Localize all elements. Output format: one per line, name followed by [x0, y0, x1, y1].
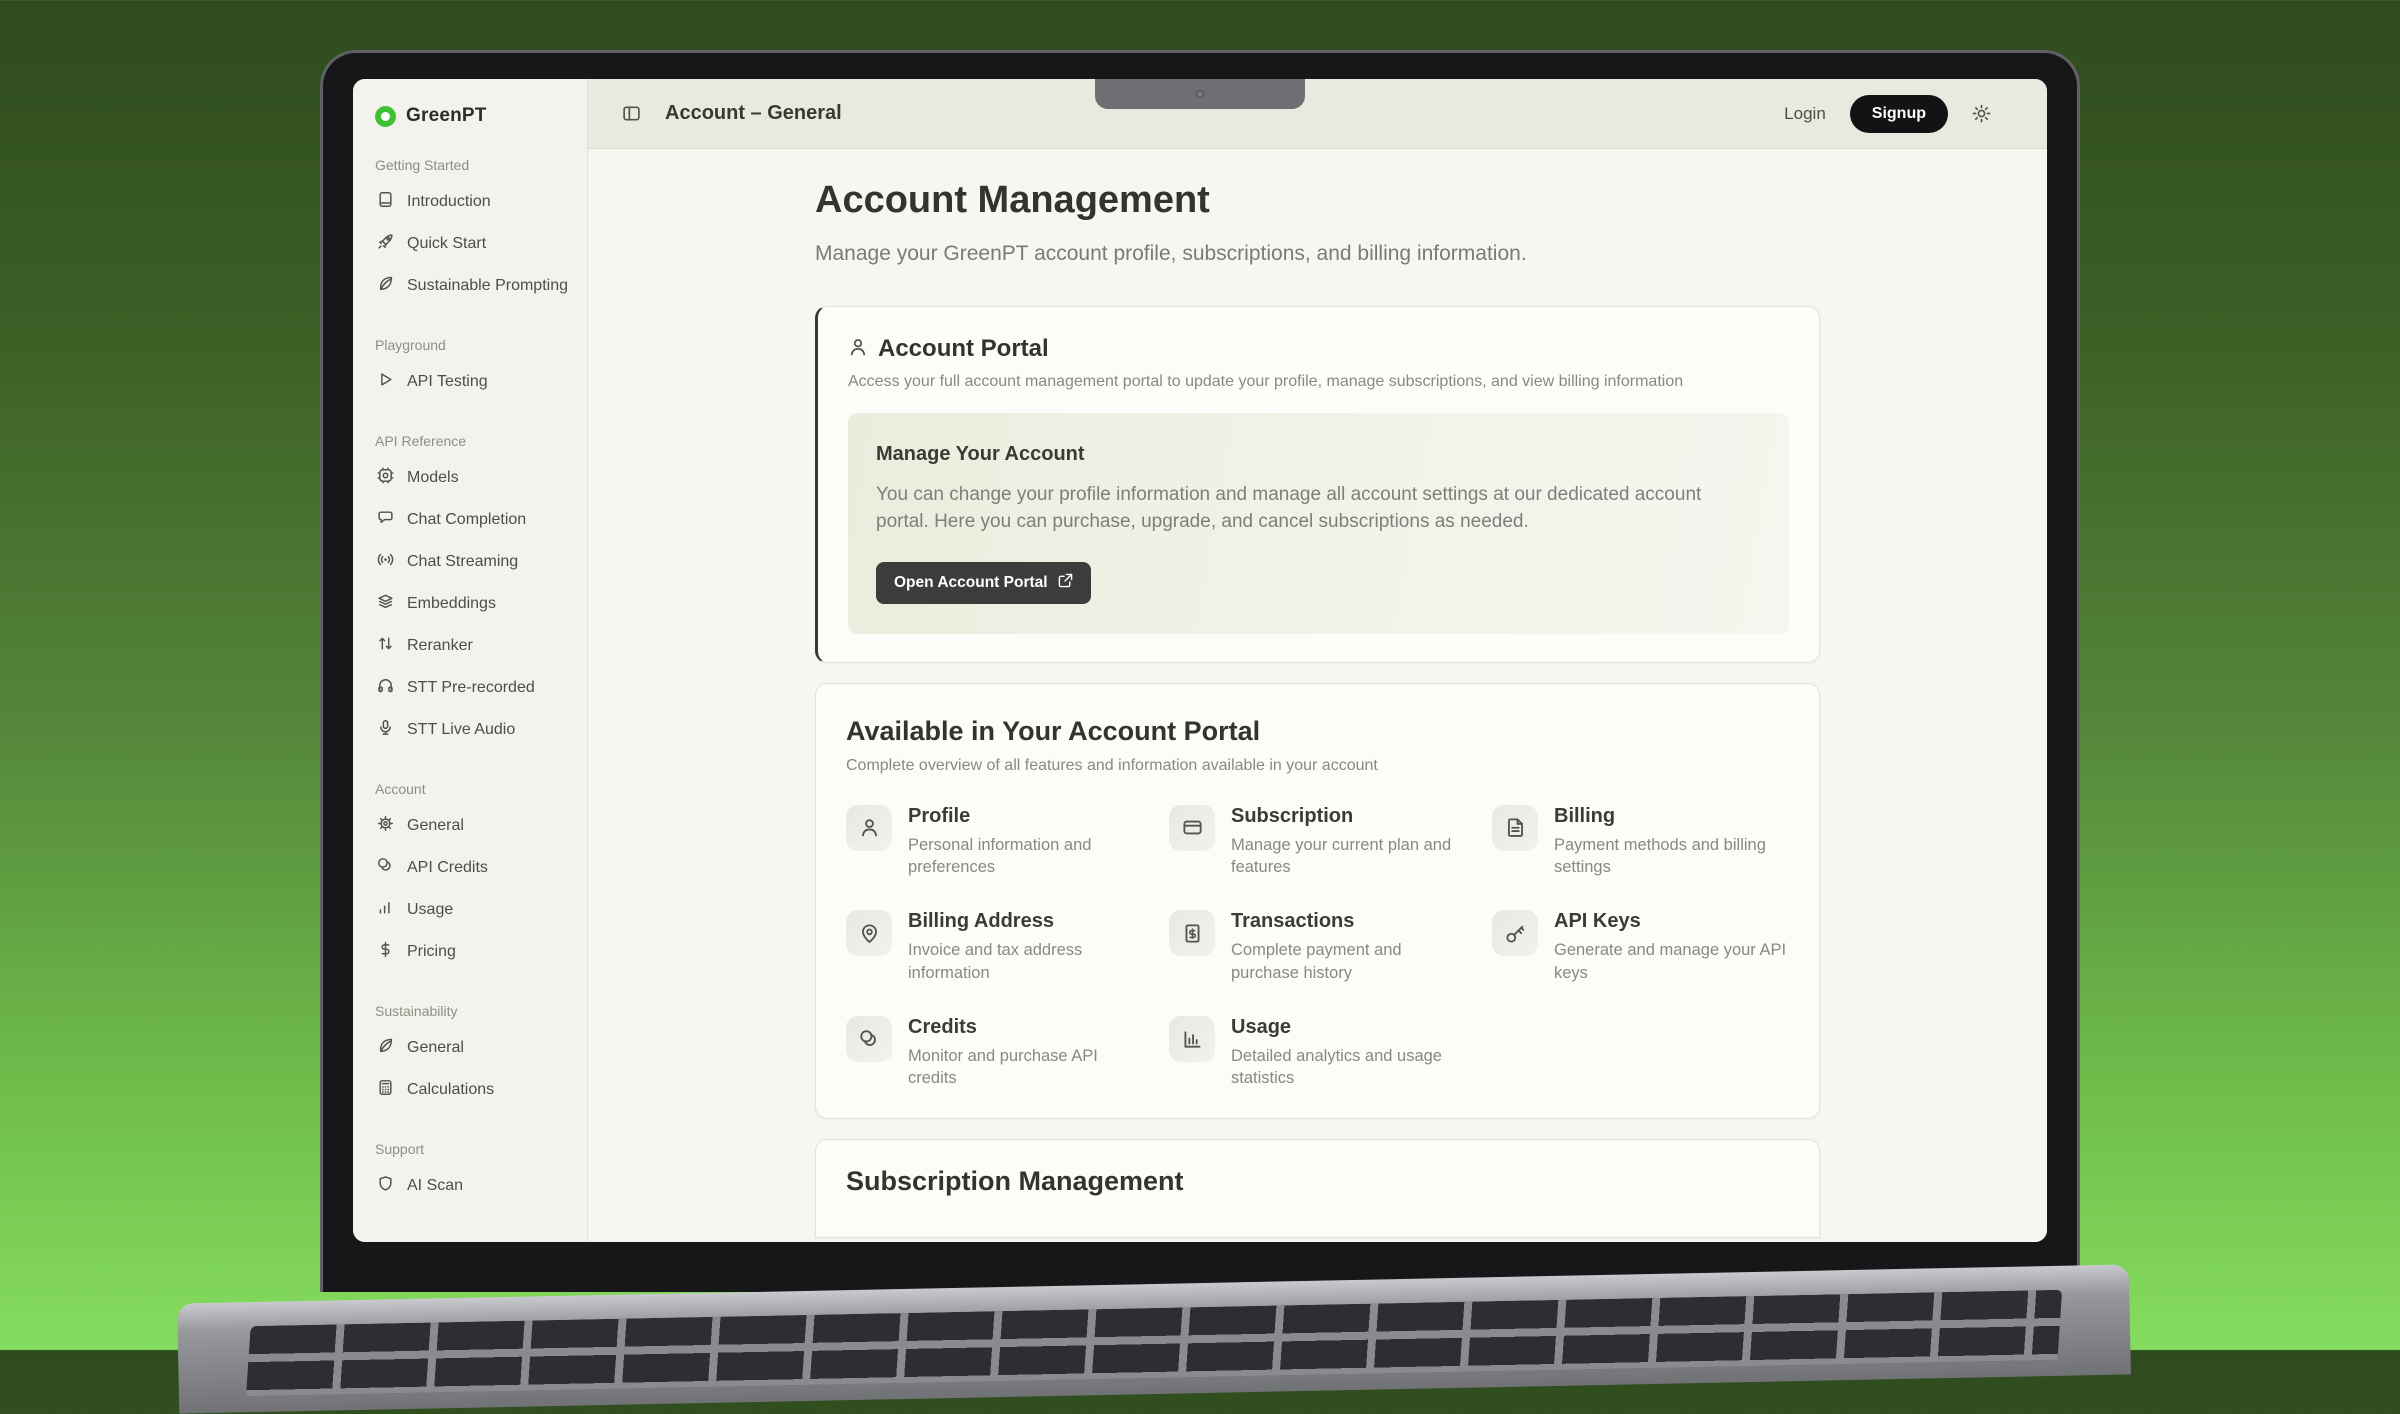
features-card: Available in Your Account Portal Complet… — [815, 683, 1820, 1119]
page-breadcrumb-title: Account – General — [665, 102, 842, 125]
leaf-icon — [377, 1037, 394, 1059]
coins-icon — [846, 1016, 892, 1062]
portal-card-title: Account Portal — [878, 335, 1049, 363]
calculator-icon — [377, 1079, 394, 1101]
features-grid: Profile Personal information and prefere… — [846, 805, 1789, 1090]
features-card-title: Available in Your Account Portal — [846, 716, 1789, 747]
chip-icon — [377, 467, 394, 489]
bar-chart-icon — [1169, 1016, 1215, 1062]
sidebar-item-chat-streaming[interactable]: Chat Streaming — [375, 541, 569, 583]
section-label-sustainability: Sustainability — [375, 1003, 569, 1019]
panel-body: You can change your profile information … — [876, 482, 1756, 536]
book-icon — [377, 191, 394, 213]
sun-icon[interactable] — [1972, 104, 1991, 123]
sidebar-item-models[interactable]: Models — [375, 457, 569, 499]
account-portal-card: Account Portal Access your full account … — [815, 306, 1820, 663]
coins-icon — [377, 857, 394, 879]
headphones-icon — [377, 677, 394, 699]
content-area[interactable]: Account Management Manage your GreenPT a… — [588, 149, 2047, 1242]
bars-icon — [377, 899, 394, 921]
broadcast-icon — [377, 551, 394, 573]
feature-profile: Profile Personal information and prefere… — [846, 805, 1143, 879]
feature-billing-address: Billing Address Invoice and tax address … — [846, 910, 1143, 984]
gear-icon — [377, 815, 394, 837]
topbar: Account – General Login Signup — [588, 79, 2047, 149]
sidebar-item-sustainability-general[interactable]: General — [375, 1027, 569, 1069]
section-label-playground: Playground — [375, 337, 569, 353]
keyboard — [246, 1290, 2062, 1396]
webcam-dot — [1195, 89, 1205, 99]
portal-card-description: Access your full account management port… — [848, 373, 1789, 391]
sidebar: GreenPT Getting Started Introduction Qui… — [353, 79, 588, 1242]
section-label-getting-started: Getting Started — [375, 157, 569, 173]
sidebar-item-stt-live-audio[interactable]: STT Live Audio — [375, 709, 569, 751]
page-title: Account Management — [815, 179, 1820, 222]
camera-notch — [1095, 79, 1305, 109]
sidebar-item-chat-completion[interactable]: Chat Completion — [375, 499, 569, 541]
layers-icon — [377, 593, 394, 615]
play-icon — [377, 371, 394, 393]
person-icon — [848, 337, 868, 362]
sidebar-item-ai-scan[interactable]: AI Scan — [375, 1165, 569, 1207]
sidebar-item-usage[interactable]: Usage — [375, 889, 569, 931]
section-label-support: Support — [375, 1141, 569, 1157]
feature-subscription: Subscription Manage your current plan an… — [1169, 805, 1466, 879]
sidebar-item-introduction[interactable]: Introduction — [375, 181, 569, 223]
feature-transactions: Transactions Complete payment and purcha… — [1169, 910, 1466, 984]
subscription-management-card: Subscription Management — [815, 1139, 1820, 1238]
mic-icon — [377, 719, 394, 741]
manage-account-panel: Manage Your Account You can change your … — [848, 413, 1789, 634]
sidebar-toggle-icon[interactable] — [622, 104, 641, 123]
sidebar-item-pricing[interactable]: Pricing — [375, 931, 569, 973]
key-icon — [1492, 910, 1538, 956]
feature-api-keys: API Keys Generate and manage your API ke… — [1492, 910, 1789, 984]
sidebar-item-sustainable-prompting[interactable]: Sustainable Prompting — [375, 265, 569, 307]
document-icon — [1492, 805, 1538, 851]
dollar-icon — [377, 941, 394, 963]
feature-credits: Credits Monitor and purchase API credits — [846, 1016, 1143, 1090]
sidebar-item-account-general[interactable]: General — [375, 805, 569, 847]
chat-icon — [377, 509, 394, 531]
brand-logo[interactable]: GreenPT — [375, 105, 569, 127]
person-icon — [846, 805, 892, 851]
signup-button[interactable]: Signup — [1850, 95, 1948, 133]
main-column: Account – General Login Signup Account M… — [588, 79, 2047, 1242]
app-window: GreenPT Getting Started Introduction Qui… — [353, 79, 2047, 1242]
open-account-portal-button[interactable]: Open Account Portal — [876, 562, 1091, 604]
sidebar-item-reranker[interactable]: Reranker — [375, 625, 569, 667]
subscription-management-title: Subscription Management — [846, 1166, 1789, 1197]
receipt-icon — [1169, 910, 1215, 956]
sidebar-item-api-credits[interactable]: API Credits — [375, 847, 569, 889]
credit-card-icon — [1169, 805, 1215, 851]
map-pin-icon — [846, 910, 892, 956]
page-subtitle: Manage your GreenPT account profile, sub… — [815, 242, 1820, 266]
brand-name: GreenPT — [406, 105, 487, 127]
sidebar-item-embeddings[interactable]: Embeddings — [375, 583, 569, 625]
feature-usage: Usage Detailed analytics and usage stati… — [1169, 1016, 1466, 1090]
rocket-icon — [377, 233, 394, 255]
external-link-icon — [1058, 573, 1073, 593]
shield-icon — [377, 1175, 394, 1197]
sidebar-item-quick-start[interactable]: Quick Start — [375, 223, 569, 265]
features-card-subtitle: Complete overview of all features and in… — [846, 757, 1789, 775]
laptop-screen: GreenPT Getting Started Introduction Qui… — [320, 50, 2080, 1292]
login-link[interactable]: Login — [1784, 104, 1826, 124]
sidebar-item-stt-prerecorded[interactable]: STT Pre-recorded — [375, 667, 569, 709]
panel-title: Manage Your Account — [876, 443, 1761, 466]
sidebar-item-calculations[interactable]: Calculations — [375, 1069, 569, 1111]
section-label-api-reference: API Reference — [375, 433, 569, 449]
greenpt-logo-icon — [375, 106, 396, 127]
sort-icon — [377, 635, 394, 657]
sidebar-item-api-testing[interactable]: API Testing — [375, 361, 569, 403]
section-label-account: Account — [375, 781, 569, 797]
leaf-icon — [377, 275, 394, 297]
feature-billing: Billing Payment methods and billing sett… — [1492, 805, 1789, 879]
